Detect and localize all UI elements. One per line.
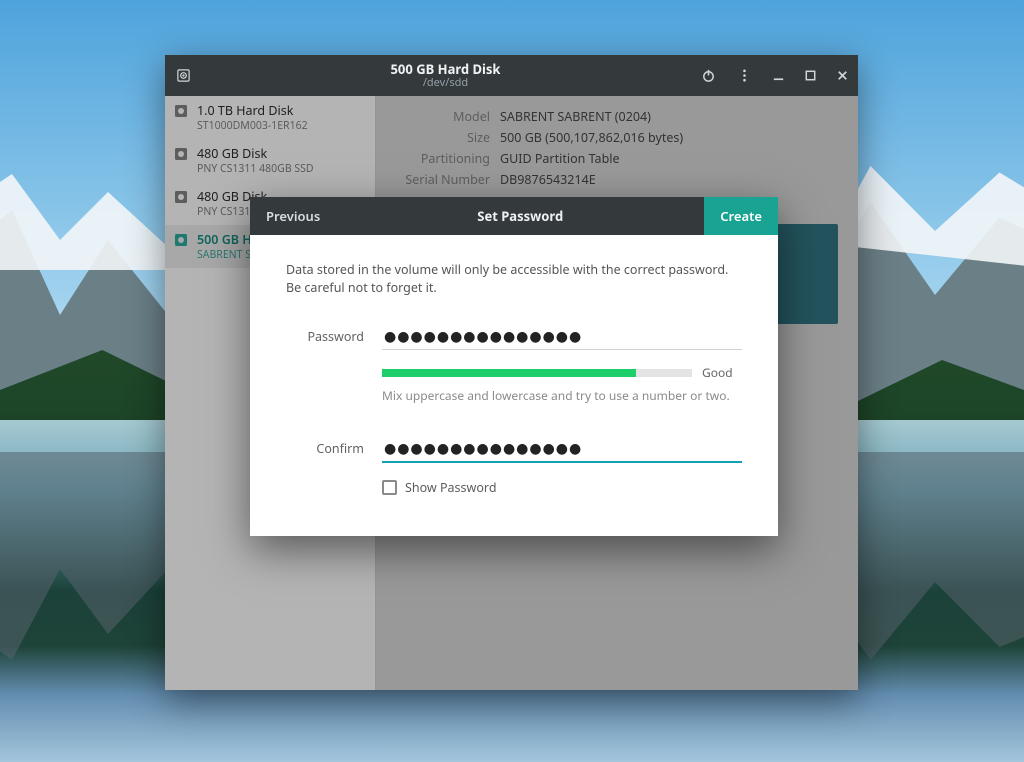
titlebar[interactable]: 500 GB Hard Disk /dev/sdd bbox=[165, 55, 858, 96]
strength-label: Good bbox=[702, 364, 742, 381]
hard-disk-icon bbox=[173, 189, 189, 205]
close-button[interactable] bbox=[826, 55, 858, 96]
value-size: 500 GB (500,107,862,016 bytes) bbox=[500, 129, 683, 146]
confirm-input[interactable] bbox=[382, 436, 742, 463]
label-model: Model bbox=[396, 108, 500, 125]
device-name: 480 GB Disk bbox=[197, 145, 314, 162]
kebab-menu-button[interactable] bbox=[726, 55, 762, 96]
device-model: PNY CS1311 480GB SSD bbox=[197, 162, 314, 176]
strength-bar-fill bbox=[382, 369, 636, 377]
strength-hint: Mix uppercase and lowercase and try to u… bbox=[382, 387, 742, 404]
window-title-group: 500 GB Hard Disk /dev/sdd bbox=[201, 62, 690, 90]
show-password-checkbox[interactable] bbox=[382, 480, 397, 495]
set-password-dialog: Previous Set Password Create Data stored… bbox=[250, 197, 778, 536]
power-button[interactable] bbox=[690, 55, 726, 96]
device-name: 1.0 TB Hard Disk bbox=[197, 102, 308, 119]
previous-button[interactable]: Previous bbox=[250, 197, 336, 235]
hard-disk-icon bbox=[173, 146, 189, 162]
hard-disk-icon bbox=[173, 232, 189, 248]
strength-bar bbox=[382, 369, 692, 377]
password-strength-meter: Good bbox=[382, 364, 742, 381]
value-serial: DB9876543214E bbox=[500, 171, 596, 188]
dialog-header: Previous Set Password Create bbox=[250, 197, 778, 235]
sidebar-device-1[interactable]: 480 GB Disk PNY CS1311 480GB SSD bbox=[165, 139, 375, 182]
label-serial: Serial Number bbox=[396, 171, 500, 188]
value-partitioning: GUID Partition Table bbox=[500, 150, 620, 167]
window-subtitle: /dev/sdd bbox=[201, 77, 690, 90]
hard-disk-icon bbox=[173, 103, 189, 119]
dialog-description: Data stored in the volume will only be a… bbox=[286, 261, 742, 296]
password-label: Password bbox=[286, 324, 382, 345]
confirm-label: Confirm bbox=[286, 436, 382, 457]
device-model: ST1000DM003-1ER162 bbox=[197, 119, 308, 133]
show-password-row[interactable]: Show Password bbox=[382, 479, 742, 496]
dialog-title: Set Password bbox=[336, 207, 704, 225]
sidebar-device-0[interactable]: 1.0 TB Hard Disk ST1000DM003-1ER162 bbox=[165, 96, 375, 139]
label-size: Size bbox=[396, 129, 500, 146]
show-password-label: Show Password bbox=[405, 479, 497, 496]
password-input[interactable] bbox=[382, 324, 742, 350]
hard-disk-icon bbox=[165, 68, 201, 83]
label-partitioning: Partitioning bbox=[396, 150, 500, 167]
maximize-button[interactable] bbox=[794, 55, 826, 96]
minimize-button[interactable] bbox=[762, 55, 794, 96]
value-model: SABRENT SABRENT (0204) bbox=[500, 108, 651, 125]
create-button[interactable]: Create bbox=[704, 197, 778, 235]
